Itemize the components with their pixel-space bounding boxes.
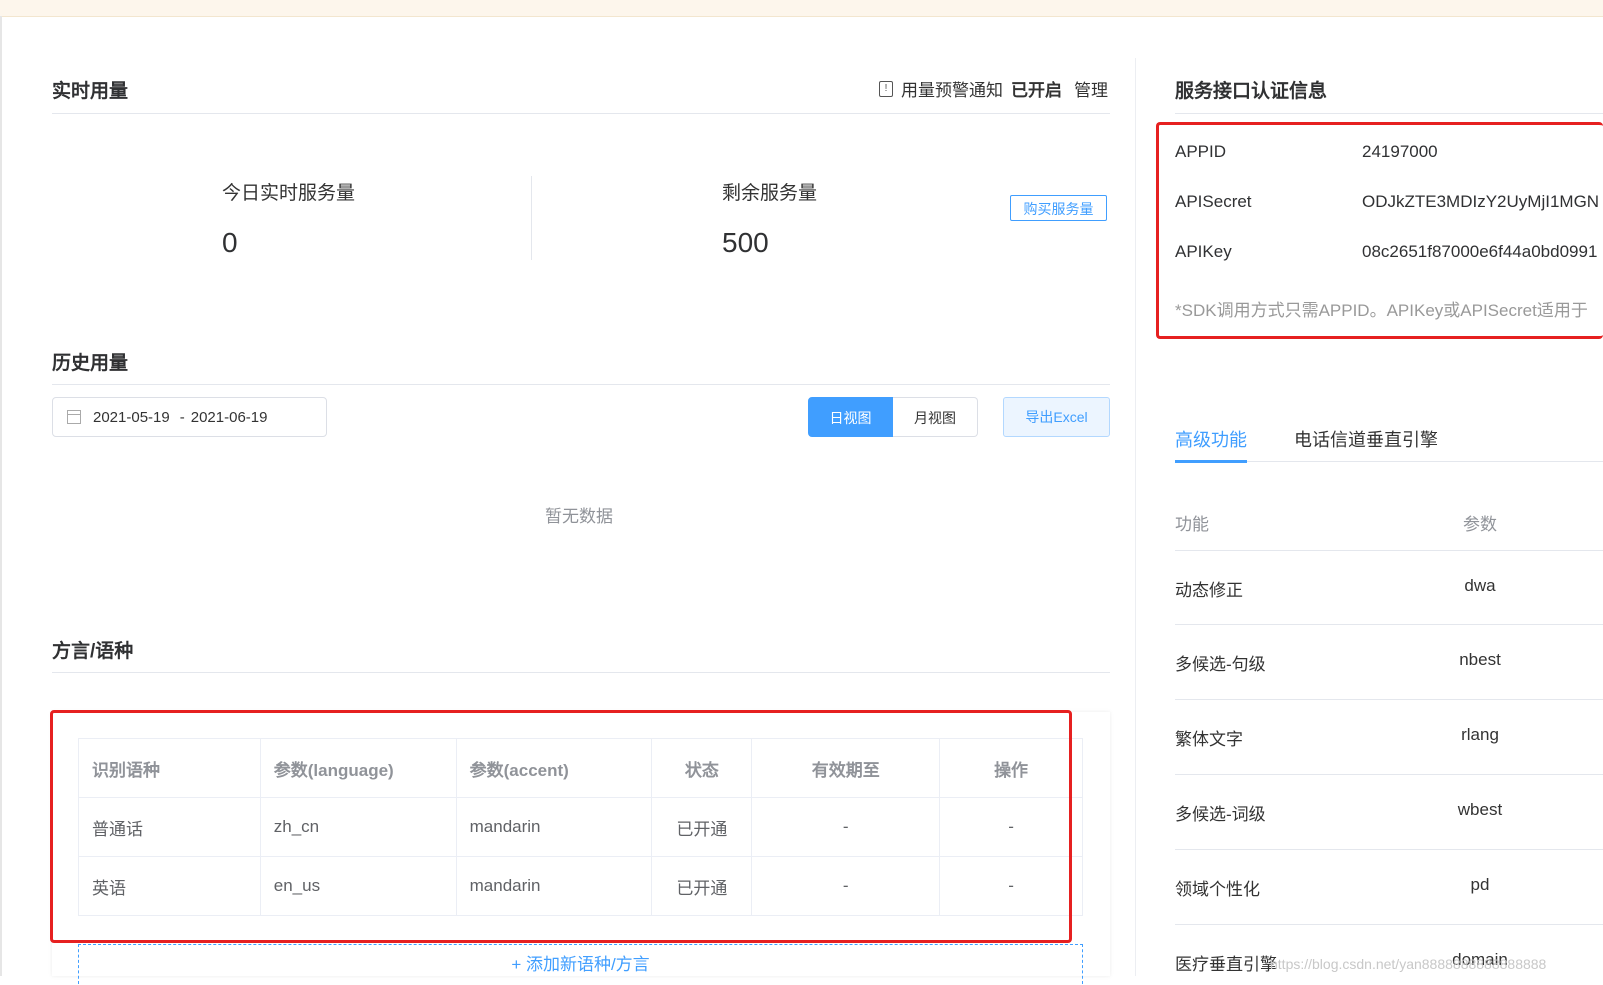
row-divider <box>1175 774 1603 775</box>
feature-param: dwa <box>1464 576 1496 595</box>
param-col-header: 参数 <box>1463 515 1497 534</box>
active-tab-indicator <box>1175 460 1247 463</box>
alert-manage-link[interactable]: 管理 <box>1074 76 1108 101</box>
date-start: 2021-05-19 <box>93 408 170 426</box>
add-language-button[interactable]: + 添加新语种/方言 <box>78 944 1083 984</box>
tab-telephone-engine[interactable]: 电话信道垂直引擎 <box>1294 426 1438 452</box>
realtime-divider <box>52 113 1110 114</box>
realtime-title: 实时用量 <box>52 81 129 102</box>
row-divider <box>1175 624 1603 625</box>
feature-param: rlang <box>1461 725 1499 744</box>
history-title: 历史用量 <box>52 353 129 374</box>
remaining-label: 剩余服务量 <box>722 183 818 204</box>
today-value: 0 <box>222 227 238 258</box>
feature-name: 多候选-句级 <box>1175 655 1266 674</box>
watermark: https://blog.csdn.net/yan888888888888888… <box>1270 956 1547 972</box>
usage-alert: ! 用量预警通知 已开启 管理 <box>879 76 1108 101</box>
column-divider <box>1135 58 1136 976</box>
date-end: 2021-06-19 <box>190 408 268 426</box>
day-view-button[interactable]: 日视图 <box>808 397 893 437</box>
feature-name: 领域个性化 <box>1175 880 1260 899</box>
alert-label: 用量预警通知 <box>901 81 1003 100</box>
feature-name: 动态修正 <box>1175 581 1243 600</box>
stat-separator <box>531 176 532 260</box>
today-label: 今日实时服务量 <box>222 183 356 204</box>
buy-service-button[interactable]: 购买服务量 <box>1010 195 1107 221</box>
dialect-divider <box>52 672 1110 673</box>
highlight-box-credentials <box>1156 122 1603 339</box>
credentials-title: 服务接口认证信息 <box>1175 81 1328 102</box>
feature-name: 繁体文字 <box>1175 730 1243 749</box>
row-divider <box>1175 924 1603 925</box>
feature-param: wbest <box>1457 800 1503 819</box>
feature-name: 多候选-词级 <box>1175 805 1266 824</box>
row-divider <box>1175 699 1603 700</box>
left-border <box>0 16 2 976</box>
history-divider <box>52 384 1110 385</box>
view-toggle: 日视图 月视图 <box>808 397 978 437</box>
top-notice-band <box>0 0 1603 17</box>
dialect-title: 方言/语种 <box>52 641 134 662</box>
empty-state: 暂无数据 <box>545 507 613 526</box>
feature-param: pd <box>1470 875 1490 894</box>
alert-bell-icon: ! <box>879 80 893 97</box>
row-divider <box>1175 550 1603 551</box>
tab-advanced[interactable]: 高级功能 <box>1175 426 1247 452</box>
highlight-box-table <box>50 710 1072 943</box>
credentials-divider <box>1175 113 1603 114</box>
feature-param: nbest <box>1459 650 1501 669</box>
calendar-icon <box>67 410 81 424</box>
date-range-picker[interactable]: 2021-05-19 - 2021-06-19 <box>52 397 327 437</box>
feature-name: 医疗垂直引擎 <box>1175 955 1277 974</box>
remaining-value: 500 <box>722 227 769 258</box>
month-view-button[interactable]: 月视图 <box>893 397 978 437</box>
feature-col-header: 功能 <box>1175 515 1209 534</box>
row-divider <box>1175 849 1603 850</box>
date-separator: - <box>179 408 185 426</box>
alert-status: 已开启 <box>1011 81 1062 100</box>
export-excel-button[interactable]: 导出Excel <box>1003 397 1110 437</box>
